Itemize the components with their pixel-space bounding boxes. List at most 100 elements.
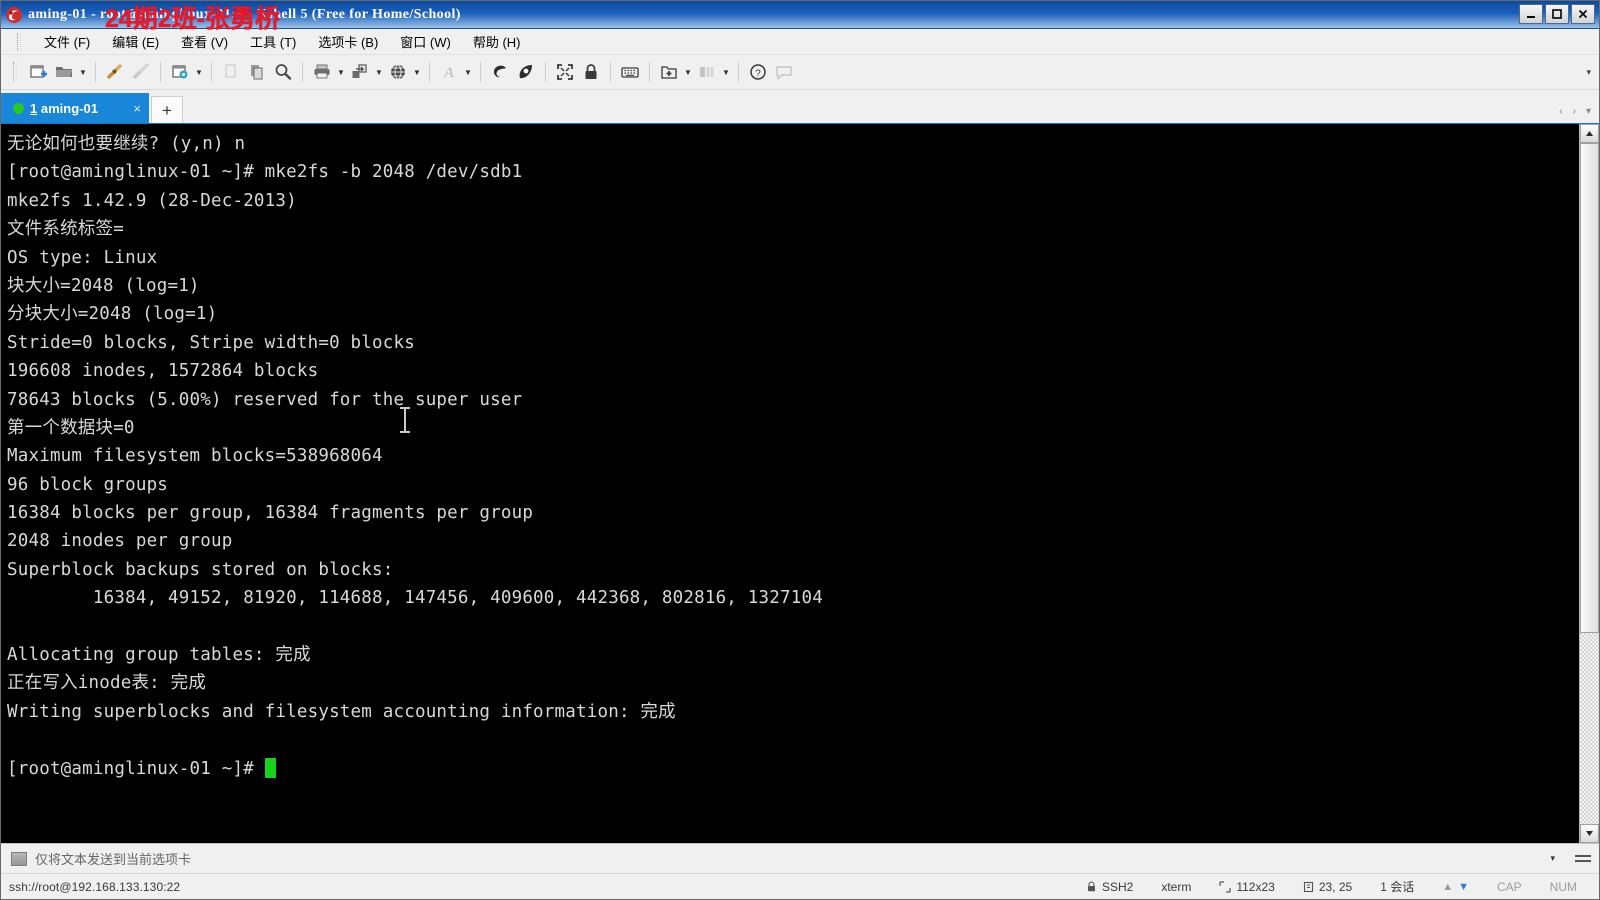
add-tab-dropdown-icon[interactable]: ▼ <box>682 59 694 85</box>
new-tab-button[interactable]: + <box>151 96 183 123</box>
lock-icon <box>1087 881 1095 891</box>
menu-file[interactable]: 文件 (F) <box>33 29 101 54</box>
tab-nav-next-icon[interactable]: › <box>1573 106 1576 117</box>
terminal-line: 无论如何也要继续? (y,n) n <box>7 134 246 154</box>
add-tab-icon[interactable] <box>656 59 682 85</box>
tab-nav-menu-icon[interactable]: ▾ <box>1586 106 1591 117</box>
toolbar-separator <box>738 62 739 82</box>
terminal-line: 第一个数据块=0 <box>7 417 135 438</box>
session-properties-icon[interactable] <box>167 59 193 85</box>
find-icon[interactable] <box>270 59 296 85</box>
paste-icon[interactable] <box>244 59 270 85</box>
print-dropdown-icon[interactable]: ▼ <box>335 59 347 85</box>
menu-window[interactable]: 窗口 (W) <box>389 29 462 54</box>
toolbar-separator <box>545 62 546 82</box>
tab-close-icon[interactable]: × <box>119 101 141 116</box>
tab-bar: 1 aming-01 × + ‹ › ▾ <box>1 90 1599 124</box>
menu-help[interactable]: 帮助 (H) <box>462 29 532 54</box>
status-num: NUM <box>1549 879 1577 894</box>
maximize-icon[interactable] <box>1545 4 1569 24</box>
toolbar: ▼ ▼ ▼ ▼ ▼ A ▼ ▼ ▼ ? ▾ <box>1 55 1599 90</box>
terminal-line: mke2fs 1.42.9 (28-Dec-2013) <box>7 190 297 211</box>
open-folder-icon[interactable] <box>51 59 77 85</box>
send-text-bar: 仅将文本发送到当前选项卡 ▾ <box>1 843 1599 873</box>
terminal-line: 16384 blocks per group, 16384 fragments … <box>7 503 534 524</box>
send-to-tab-icon[interactable] <box>11 851 27 866</box>
terminal-line: 块大小=2048 (log=1) <box>7 275 200 296</box>
transfer-icon[interactable] <box>347 59 373 85</box>
terminal-line: 96 block groups <box>7 474 169 495</box>
help-icon[interactable]: ? <box>745 59 771 85</box>
toolbar-overflow-icon[interactable]: ▾ <box>1586 67 1591 78</box>
svg-text:?: ? <box>755 69 761 80</box>
hamburger-menu-icon[interactable] <box>1575 855 1593 862</box>
xftp-icon[interactable] <box>487 59 513 85</box>
watermark-text: 24期2班-张勇桥 <box>105 5 281 33</box>
terminal-prompt-line: [root@aminglinux-01 ~]# <box>7 755 1579 783</box>
scrollbar-track[interactable] <box>1580 143 1599 824</box>
globe-dropdown-icon[interactable]: ▼ <box>411 59 423 85</box>
cursor-position-label: 23, 25 <box>1318 879 1353 894</box>
xagent-icon[interactable] <box>513 59 539 85</box>
tab-status-dot <box>13 102 24 114</box>
session-properties-dropdown-icon[interactable]: ▼ <box>193 59 205 85</box>
terminal-output[interactable]: 无论如何也要继续? (y,n) n [root@aminglinux-01 ~]#… <box>1 124 1579 843</box>
fullscreen-icon[interactable] <box>552 59 578 85</box>
font-dropdown-icon[interactable]: ▼ <box>462 59 474 85</box>
terminal-line: 分块大小=2048 (log=1) <box>7 304 218 325</box>
status-protocol: SSH2 <box>1072 880 1147 894</box>
minimize-icon[interactable] <box>1519 4 1543 24</box>
download-arrow-icon: ▼ <box>1458 880 1469 893</box>
print-icon[interactable] <box>309 59 335 85</box>
status-terminal-type: xterm <box>1147 880 1205 894</box>
terminal-type-label: xterm <box>1161 879 1192 894</box>
tab-index: 1 <box>30 100 38 116</box>
new-session-icon[interactable] <box>25 59 51 85</box>
terminal-line: [root@aminglinux-01 ~]# mke2fs -b 2048 /… <box>7 162 523 183</box>
layout-dropdown-icon[interactable]: ▼ <box>720 59 732 85</box>
toolbar-separator <box>429 62 430 82</box>
menu-tabs[interactable]: 选项卡 (B) <box>307 29 389 54</box>
open-folder-dropdown-icon[interactable]: ▼ <box>77 59 89 85</box>
transfer-dropdown-icon[interactable]: ▼ <box>373 59 385 85</box>
terminal-cursor <box>264 757 276 778</box>
terminal-scrollbar[interactable] <box>1579 124 1599 843</box>
scroll-up-icon[interactable] <box>1580 124 1599 143</box>
font-icon[interactable]: A <box>436 59 462 85</box>
sessions-label: 1 会话 <box>1380 880 1415 894</box>
terminal-line: Allocating group tables: 完成 <box>7 645 311 666</box>
terminal-line: Maximum filesystem blocks=538968064 <box>7 446 383 467</box>
lock-icon[interactable] <box>578 59 604 85</box>
send-bar-placeholder[interactable]: 仅将文本发送到当前选项卡 <box>35 849 1530 868</box>
scrollbar-thumb[interactable] <box>1580 143 1599 634</box>
tab-aming-01[interactable]: 1 aming-01 × <box>1 93 149 123</box>
disconnect-icon[interactable] <box>128 59 154 85</box>
status-screen-size: 112x23 <box>1205 880 1288 894</box>
scroll-down-icon[interactable] <box>1580 824 1599 843</box>
terminal-prompt-text: [root@aminglinux-01 ~]# <box>7 758 265 779</box>
connect-icon[interactable] <box>102 59 128 85</box>
toolbar-grip[interactable] <box>13 62 17 82</box>
toolbar-separator <box>610 62 611 82</box>
toolbar-separator <box>211 62 212 82</box>
layout-icon[interactable] <box>694 59 720 85</box>
terminal-line: 文件系统标签= <box>7 219 124 240</box>
screen-size-label: 112x23 <box>1236 879 1275 894</box>
globe-icon[interactable] <box>385 59 411 85</box>
toolbar-separator <box>649 62 650 82</box>
terminal-line: 正在写入inode表: 完成 <box>7 673 207 694</box>
tab-label: 1 aming-01 <box>30 101 98 116</box>
terminal-line: 2048 inodes per group <box>7 531 233 552</box>
copy-page-icon[interactable] <box>218 59 244 85</box>
keyboard-icon[interactable] <box>617 59 643 85</box>
connection-url: ssh://root@192.168.133.130:22 <box>9 879 181 894</box>
cursor-position-icon <box>1303 881 1313 892</box>
menu-grip[interactable] <box>17 32 21 51</box>
tab-nav-prev-icon[interactable]: ‹ <box>1559 106 1562 117</box>
close-icon[interactable] <box>1571 4 1595 24</box>
send-bar-dropdown-icon[interactable]: ▾ <box>1538 853 1567 864</box>
xshell-window: aming-01 - root@aminglinux-01:~ - Xshell… <box>0 0 1600 900</box>
feedback-icon[interactable] <box>771 59 797 85</box>
toolbar-separator <box>480 62 481 82</box>
terminal-line: Superblock backups stored on blocks: <box>7 559 394 580</box>
